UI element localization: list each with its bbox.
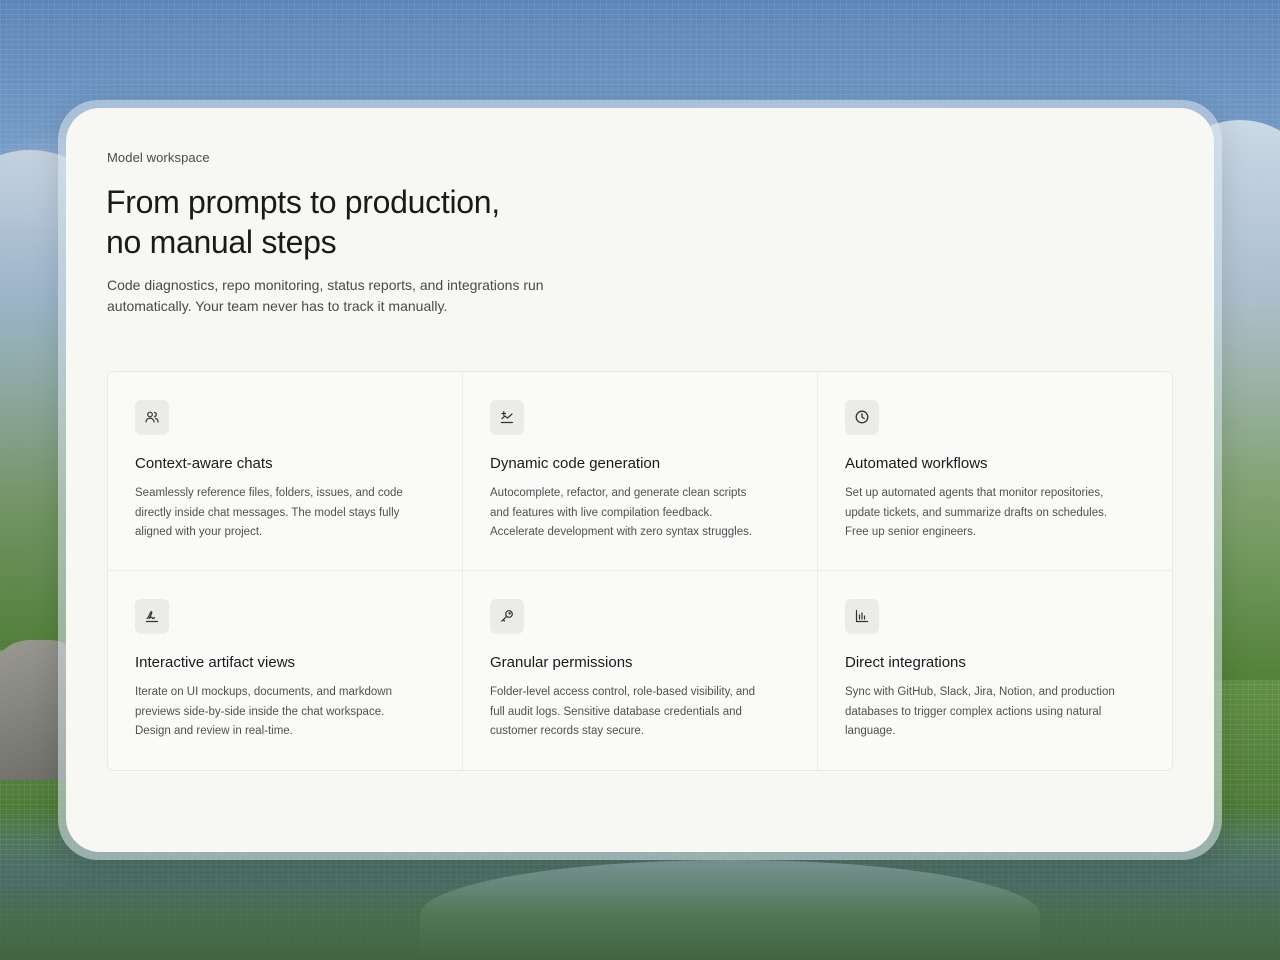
feature-card-context-aware-chats: Context-aware chats Seamlessly reference… xyxy=(108,372,463,571)
eyebrow-label: Model workspace xyxy=(107,150,210,165)
feature-description-line: Design and review in real-time. xyxy=(135,725,293,737)
feature-card-automated-workflows: Automated workflows Set up automated age… xyxy=(818,372,1172,571)
feature-description-line: Accelerate development with zero syntax … xyxy=(490,526,753,538)
feature-description: Folder-level access control, role-based … xyxy=(490,683,790,742)
feature-title: Automated workflows xyxy=(845,455,988,472)
feature-grid: Context-aware chats Seamlessly reference… xyxy=(107,371,1173,771)
feature-description-line: and features with live compilation feedb… xyxy=(490,506,713,519)
background-scene: Model workspace From prompts to producti… xyxy=(0,0,1280,960)
feature-description-line: Sync with GitHub, Slack, Jira, Notion, a… xyxy=(845,686,1115,698)
feature-description-line: update tickets, and summarize drafts on … xyxy=(845,506,1108,519)
page-title: From prompts to production, no manual st… xyxy=(106,182,666,262)
page-title-line: From prompts to production, xyxy=(106,184,500,220)
feature-description-line: Seamlessly reference files, folders, iss… xyxy=(135,487,403,499)
feature-description-line: Free up senior engineers. xyxy=(845,526,977,538)
clock-icon xyxy=(845,400,879,434)
feature-card-interactive-artifact-views: Interactive artifact views Iterate on UI… xyxy=(108,571,463,770)
feature-description-line: Iterate on UI mockups, documents, and ma… xyxy=(135,686,392,698)
feature-title: Context-aware chats xyxy=(135,455,273,472)
page-subtitle-line: automatically. Your team never has to tr… xyxy=(107,298,448,314)
page-subtitle: Code diagnostics, repo monitoring, statu… xyxy=(107,275,577,317)
feature-description: Sync with GitHub, Slack, Jira, Notion, a… xyxy=(845,683,1145,742)
feature-description-line: Autocomplete, refactor, and generate cle… xyxy=(490,487,747,499)
feature-title: Dynamic code generation xyxy=(490,455,661,472)
users-icon xyxy=(135,400,169,434)
feature-description-line: language. xyxy=(845,725,896,737)
feature-card-granular-permissions: Granular permissions Folder-level access… xyxy=(463,571,818,770)
feature-description: Iterate on UI mockups, documents, and ma… xyxy=(135,683,435,742)
feature-description-line: previews side-by-side inside the chat wo… xyxy=(135,705,385,718)
page-title-line: no manual steps xyxy=(106,224,337,260)
page-subtitle-line: Code diagnostics, repo monitoring, statu… xyxy=(107,277,544,293)
feature-description-line: directly inside chat messages. The model… xyxy=(135,506,400,519)
feature-description: Set up automated agents that monitor rep… xyxy=(845,484,1145,543)
signature-icon xyxy=(135,599,169,633)
code-sparkle-icon xyxy=(490,400,524,434)
feature-title: Interactive artifact views xyxy=(135,654,296,671)
feature-description: Autocomplete, refactor, and generate cle… xyxy=(490,484,790,543)
feature-card-dynamic-code-generation: Dynamic code generation Autocomplete, re… xyxy=(463,372,818,571)
feature-description: Seamlessly reference files, folders, iss… xyxy=(135,484,435,543)
feature-card-direct-integrations: Direct integrations Sync with GitHub, Sl… xyxy=(818,571,1172,770)
feature-title: Granular permissions xyxy=(490,654,633,671)
feature-description-line: customer records stay secure. xyxy=(490,725,645,737)
feature-description-line: Folder-level access control, role-based … xyxy=(490,686,756,698)
feature-title: Direct integrations xyxy=(845,654,966,671)
feature-description-line: databases to trigger complex actions usi… xyxy=(845,705,1102,718)
feature-description-line: full audit logs. Sensitive database cred… xyxy=(490,705,742,718)
feature-description-line: aligned with your project. xyxy=(135,526,263,538)
key-icon xyxy=(490,599,524,633)
feature-description-line: Set up automated agents that monitor rep… xyxy=(845,487,1104,499)
bar-chart-icon xyxy=(845,599,879,633)
